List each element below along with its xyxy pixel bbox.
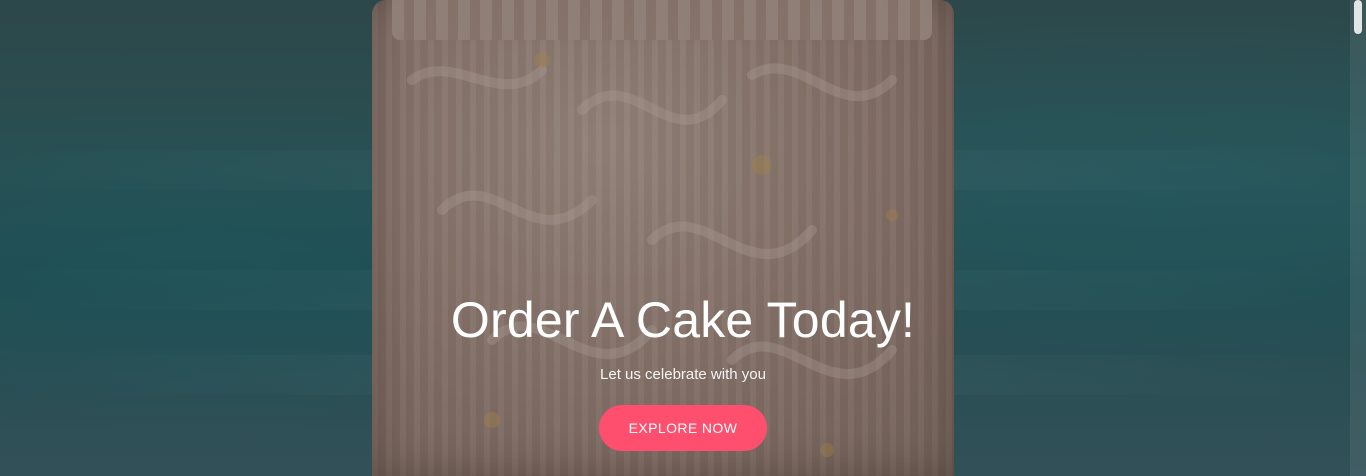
hero-banner: Order A Cake Today! Let us celebrate wit… <box>0 0 1366 476</box>
explore-now-button[interactable]: EXPLORE NOW <box>598 405 768 451</box>
hero-title: Order A Cake Today! <box>450 292 916 348</box>
scrollbar-thumb[interactable] <box>1354 0 1362 34</box>
vertical-scrollbar[interactable] <box>1350 0 1366 476</box>
hero-content: Order A Cake Today! Let us celebrate wit… <box>0 290 1366 451</box>
hero-subtitle: Let us celebrate with you <box>600 366 766 383</box>
